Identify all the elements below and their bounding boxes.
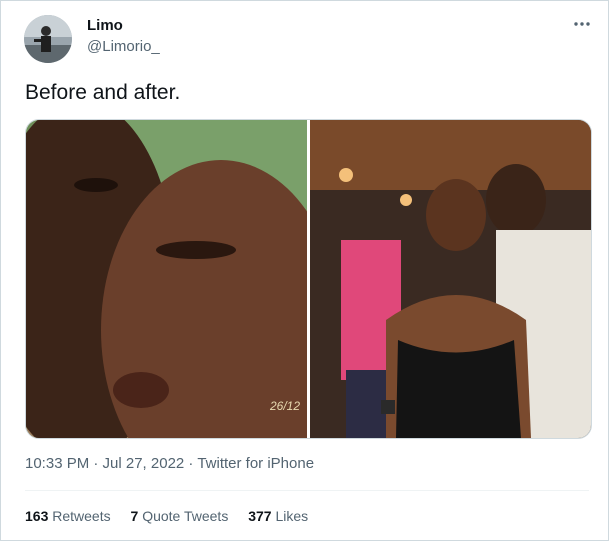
tweet-media[interactable]: 26/12 [25, 119, 592, 439]
quote-tweets-label: Quote Tweets [142, 508, 229, 524]
more-horizontal-icon[interactable] [571, 13, 593, 35]
retweets-stat[interactable]: 163 Retweets [25, 508, 111, 524]
retweets-label: Retweets [52, 508, 111, 524]
tweet-timestamp[interactable]: 10:33 PM · Jul 27, 2022 [25, 455, 184, 472]
image-date-overlay: 26/12 [269, 399, 300, 413]
display-name[interactable]: Limo [87, 17, 123, 34]
media-photo-right[interactable] [310, 120, 591, 438]
quote-tweets-count: 7 [130, 508, 139, 524]
username-handle[interactable]: @Limorio_ [87, 38, 160, 55]
metadata-separator: · [184, 455, 198, 472]
quote-tweets-stat[interactable]: 7 Quote Tweets [131, 508, 229, 524]
likes-stat[interactable]: 377 Likes [248, 508, 308, 524]
tweet-source-link[interactable]: Twitter for iPhone [197, 455, 314, 472]
tweet-text: Before and after. [25, 81, 181, 104]
media-photo-left[interactable]: 26/12 [26, 120, 341, 438]
tweet-stats: 163 Retweets 7 Quote Tweets 377 Likes [25, 508, 324, 524]
tweet-metadata: 10:33 PM · Jul 27, 2022 · Twitter for iP… [25, 455, 314, 472]
likes-label: Likes [275, 508, 309, 524]
avatar[interactable] [24, 15, 72, 63]
tweet-card: Limo @Limorio_ Before and after. 26/12 1… [0, 0, 609, 541]
retweets-count: 163 [25, 508, 49, 524]
divider [25, 490, 589, 491]
likes-count: 377 [248, 508, 272, 524]
